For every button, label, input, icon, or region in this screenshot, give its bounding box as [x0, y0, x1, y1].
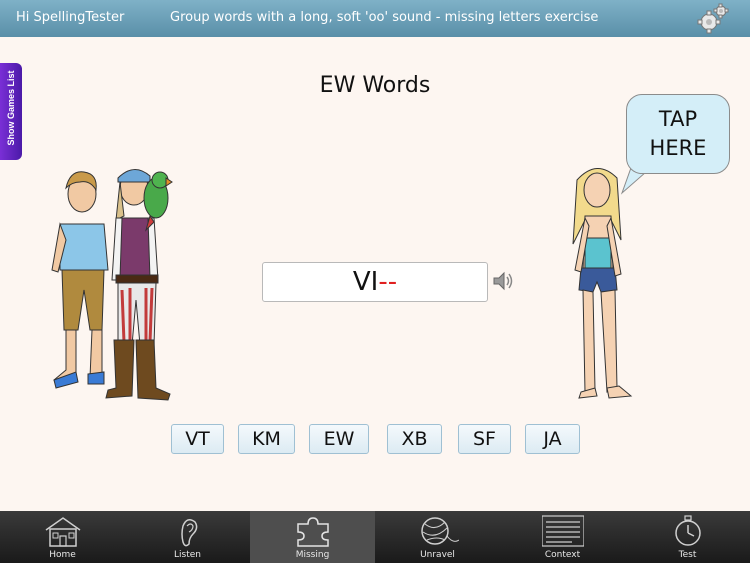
- girl-illustration: [572, 168, 633, 399]
- tab-test[interactable]: Test: [625, 511, 750, 563]
- exercise-title: Group words with a long, soft 'oo' sound…: [170, 10, 599, 25]
- boy-and-pirate-illustration: [51, 169, 173, 401]
- tab-unravel[interactable]: Unravel: [375, 511, 500, 563]
- answer-letters: VI: [352, 267, 379, 297]
- answer-field[interactable]: VI--: [262, 262, 488, 302]
- ear-icon: [181, 519, 198, 547]
- tab-label: Listen: [174, 550, 201, 560]
- choice-button[interactable]: KM: [238, 424, 295, 454]
- stopwatch-icon: [675, 515, 701, 546]
- gear-icon[interactable]: [695, 3, 729, 35]
- bubble-line-1: TAP: [658, 107, 698, 131]
- tab-label: Unravel: [420, 550, 455, 560]
- greeting: Hi SpellingTester: [16, 10, 125, 25]
- missing-letters: --: [378, 267, 398, 297]
- tab-label: Test: [678, 550, 697, 560]
- tab-missing[interactable]: Missing: [250, 511, 375, 563]
- puzzle-icon: [297, 517, 329, 547]
- choice-button[interactable]: XB: [387, 424, 442, 454]
- bottom-tab-bar: Home Listen Missing Unravel Context Test: [0, 511, 750, 563]
- top-bar: Hi SpellingTester Group words with a lon…: [0, 0, 750, 37]
- choice-button[interactable]: JA: [525, 424, 580, 454]
- tab-listen[interactable]: Listen: [125, 511, 250, 563]
- bubble-line-2: HERE: [649, 136, 707, 160]
- choice-button[interactable]: EW: [309, 424, 369, 454]
- letter-choices: VT KM EW XB SF JA: [0, 424, 750, 456]
- choice-button[interactable]: VT: [171, 424, 224, 454]
- tab-context[interactable]: Context: [500, 511, 625, 563]
- house-icon: [45, 517, 81, 547]
- choice-button[interactable]: SF: [458, 424, 511, 454]
- tab-label: Context: [544, 550, 581, 560]
- tab-label: Missing: [295, 550, 330, 560]
- speaker-icon[interactable]: [492, 271, 514, 291]
- text-lines-icon: [542, 515, 584, 547]
- tab-home[interactable]: Home: [0, 511, 125, 563]
- tab-label: Home: [49, 550, 76, 560]
- yarn-ball-icon: [421, 517, 459, 545]
